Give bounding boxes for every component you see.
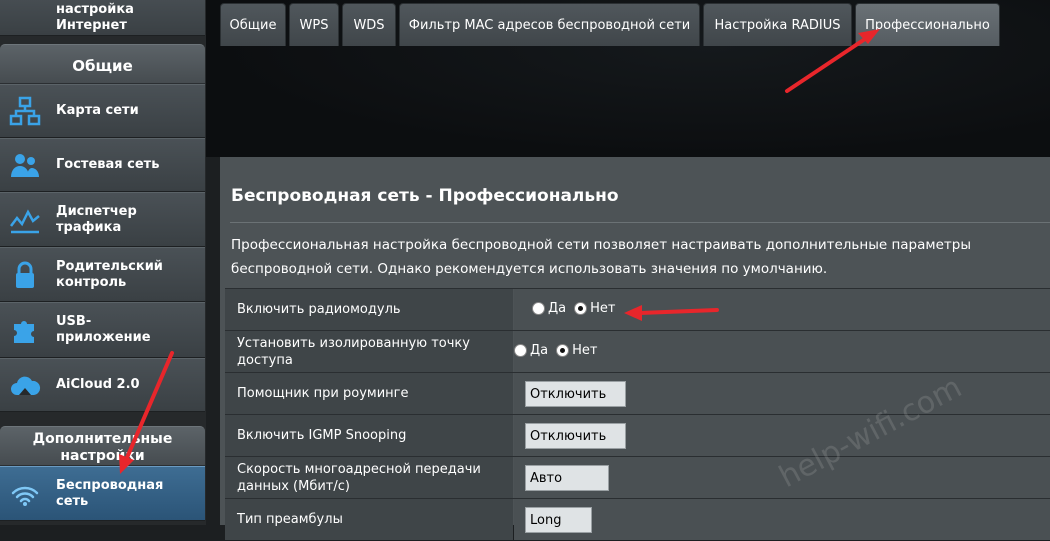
sidebar-item-label: Родительский контроль — [56, 258, 163, 290]
sidebar-item-label: Гостевая сеть — [56, 157, 160, 172]
radio-yes-label: Да — [530, 343, 549, 358]
tab-general[interactable]: Общие — [220, 3, 286, 46]
setting-row-multicast-rate: Скорость многоадресной передачи данных (… — [225, 456, 1050, 499]
radio-yes[interactable] — [532, 302, 545, 315]
radio-yes-label: Да — [548, 301, 567, 316]
traffic-manager-icon — [9, 204, 41, 236]
wifi-icon — [9, 478, 41, 510]
network-map-icon — [9, 95, 41, 127]
sidebar-item-label: настройка Интернет — [56, 1, 134, 33]
multicast-rate-select[interactable]: Авто — [525, 465, 609, 491]
sidebar-item-usb-application[interactable]: USB- приложение — [0, 302, 205, 358]
tab-professional[interactable]: Профессионально — [855, 3, 1000, 46]
radio-no[interactable] — [556, 344, 570, 357]
setting-label: Включить IGMP Snooping — [225, 415, 513, 456]
setting-value: Да Нет — [514, 331, 1050, 372]
preamble-type-select[interactable]: Long — [525, 507, 592, 533]
roaming-assistant-select[interactable]: Отключить — [525, 381, 626, 407]
setting-value: Long — [514, 499, 1050, 540]
sidebar-item-label: Карта сети — [56, 103, 139, 118]
setting-label: Помощник при роуминге — [225, 373, 513, 414]
tab-mac-filter[interactable]: Фильтр MAC адресов беспроводной сети — [399, 3, 700, 46]
sidebar-item-label: Беспроводная сеть — [56, 477, 164, 509]
setting-row-ap-isolation: Установить изолированную точку доступа Д… — [225, 330, 1050, 373]
guest-network-icon — [9, 149, 41, 181]
radio-yes[interactable] — [514, 344, 527, 357]
usb-puzzle-icon — [9, 314, 41, 346]
radio-no-label: Нет — [572, 343, 598, 358]
sidebar-item-internet[interactable]: настройка Интернет — [0, 0, 205, 36]
setting-label: Включить радиомодуль — [225, 289, 513, 330]
setting-row-radio-enable: Включить радиомодуль Да Нет — [225, 288, 1050, 331]
sidebar-item-aicloud[interactable]: AiCloud 2.0 — [0, 358, 205, 412]
tab-radius[interactable]: Настройка RADIUS — [703, 3, 852, 46]
content-panel: Беспроводная сеть - Профессионально Проф… — [220, 157, 1050, 540]
sidebar-item-parental-control[interactable]: Родительский контроль — [0, 247, 205, 302]
tab-wds[interactable]: WDS — [342, 3, 396, 46]
title-divider — [230, 222, 1050, 223]
sidebar-item-guest-network[interactable]: Гостевая сеть — [0, 138, 205, 192]
page-title: Беспроводная сеть - Профессионально — [231, 186, 619, 206]
sidebar-item-label: Диспетчер трафика — [56, 203, 137, 235]
cloud-icon — [9, 369, 41, 401]
setting-label: Тип преамбулы — [225, 499, 513, 540]
parental-lock-icon — [9, 259, 41, 291]
igmp-snooping-select[interactable]: Отключить — [525, 423, 626, 449]
sidebar-item-wireless[interactable]: Беспроводная сеть — [0, 466, 205, 521]
sidebar-header-general: Общие — [0, 44, 205, 84]
page-description: Профессиональная настройка беспроводной … — [231, 237, 971, 277]
sidebar-item-network-map[interactable]: Карта сети — [0, 84, 205, 138]
sidebar-item-label: USB- приложение — [56, 314, 151, 345]
setting-value: Да Нет — [514, 289, 1050, 330]
setting-value: Отключить — [514, 415, 1050, 456]
setting-row-preamble-type: Тип преамбулы Long — [225, 498, 1050, 541]
sidebar-item-label: AiCloud 2.0 — [56, 377, 140, 392]
sidebar: настройка Интернет Общие Карта сети Гост… — [0, 0, 206, 525]
radio-no-label: Нет — [590, 301, 616, 316]
setting-label: Скорость многоадресной передачи данных (… — [225, 457, 513, 498]
setting-label: Установить изолированную точку доступа — [225, 331, 513, 372]
sidebar-item-traffic-manager[interactable]: Диспетчер трафика — [0, 192, 205, 247]
sidebar-header-advanced: Дополнительные настройки — [0, 426, 205, 466]
radio-group-ap-isolation: Да Нет — [514, 343, 605, 358]
tab-wps[interactable]: WPS — [289, 3, 339, 46]
radio-no[interactable] — [574, 302, 588, 315]
setting-value: Отключить — [514, 373, 1050, 414]
radio-group-radio-enable: Да Нет — [532, 301, 623, 316]
